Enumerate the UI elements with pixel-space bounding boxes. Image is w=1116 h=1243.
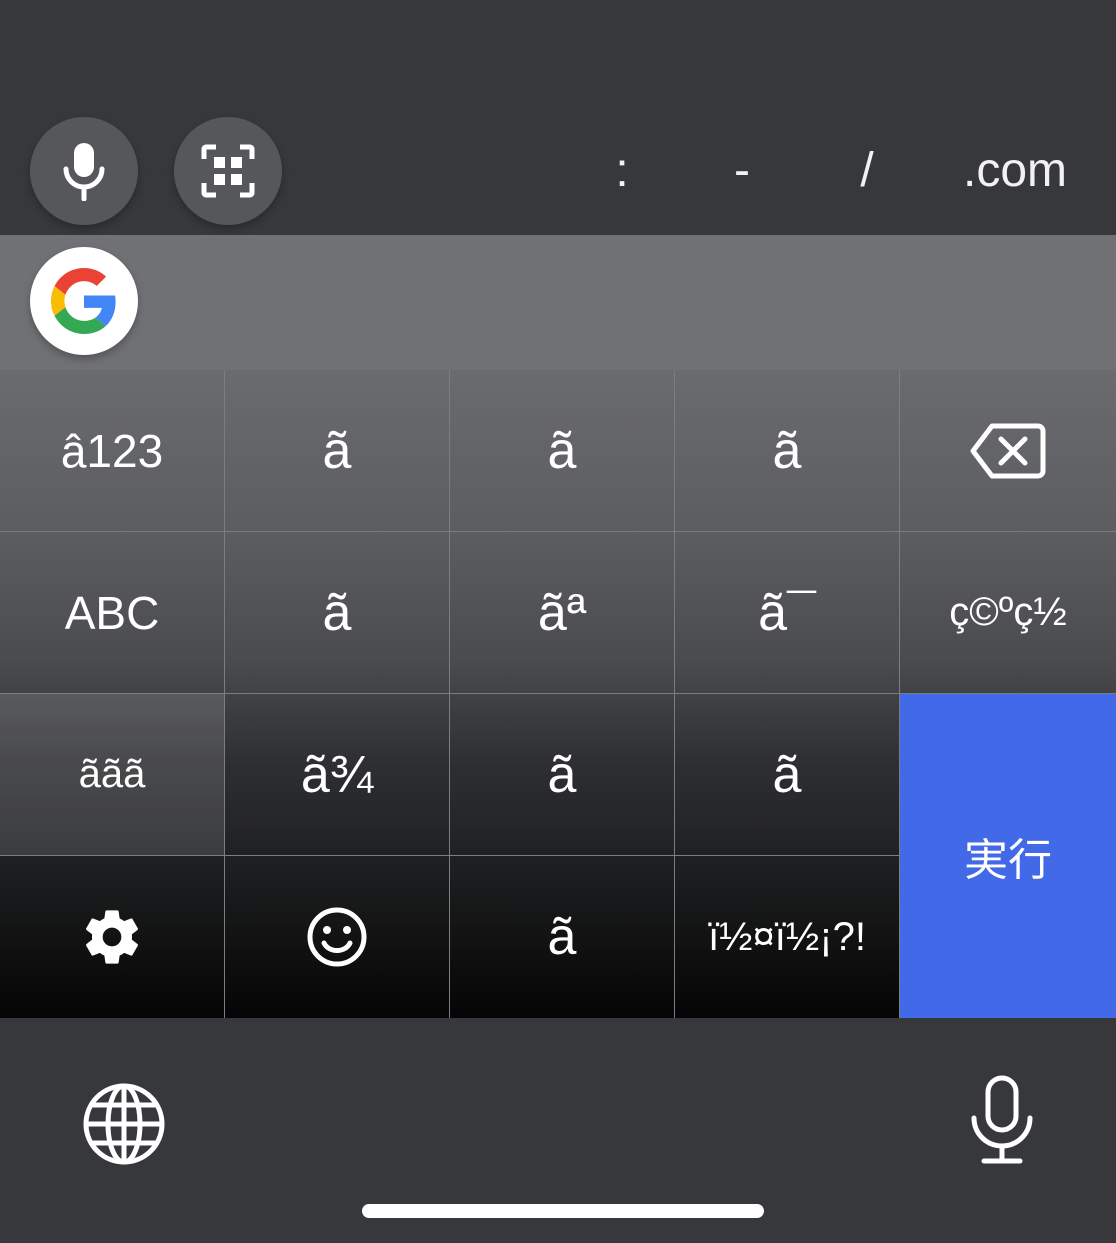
scan-qr-icon: [201, 144, 255, 198]
globe-icon[interactable]: [82, 1082, 166, 1166]
key-ma-row[interactable]: ã¾: [225, 694, 450, 856]
microphone-outline-icon[interactable]: [968, 1074, 1036, 1166]
key-space[interactable]: ç©ºç½: [900, 532, 1116, 694]
keyboard-toolbar: : - / .com: [0, 103, 1116, 235]
settings-key[interactable]: [0, 856, 225, 1018]
key-a-row[interactable]: ã: [225, 370, 450, 532]
microphone-icon: [63, 143, 105, 201]
voice-input-button[interactable]: [30, 117, 138, 225]
key-sa-row[interactable]: ã: [675, 370, 900, 532]
key-ta-row[interactable]: ã: [225, 532, 450, 694]
google-logo-icon: [51, 268, 116, 334]
home-indicator[interactable]: [362, 1204, 764, 1218]
shortcut-slash[interactable]: /: [845, 135, 889, 205]
enter-key[interactable]: 実行: [900, 694, 1116, 1018]
shortcut-colon[interactable]: :: [600, 135, 644, 205]
key-ra-row[interactable]: ã: [675, 694, 900, 856]
key-kana-mode[interactable]: ããã: [0, 694, 225, 856]
gear-icon: [86, 910, 138, 964]
status-area: [0, 0, 1116, 103]
key-ya-row[interactable]: ã: [450, 694, 675, 856]
key-na-row[interactable]: ãª: [450, 532, 675, 694]
key-number-mode[interactable]: â123: [0, 370, 225, 532]
key-ka-row[interactable]: ã: [450, 370, 675, 532]
backspace-key[interactable]: [900, 370, 1116, 532]
suggestion-bar: [0, 235, 1116, 370]
emoji-key[interactable]: [225, 856, 450, 1018]
emoji-smile-icon: [307, 907, 367, 967]
shortcut-dot-com[interactable]: .com: [955, 135, 1075, 205]
google-search-button[interactable]: [30, 247, 138, 355]
key-wa-row[interactable]: ã: [450, 856, 675, 1018]
system-bar: [0, 1018, 1116, 1243]
flick-keyboard: â123 ã ã ã ABC ã ãª ã¯ ç©ºç½ ããã ã¾ ã ã …: [0, 370, 1116, 1018]
key-abc-mode[interactable]: ABC: [0, 532, 225, 694]
scan-button[interactable]: [174, 117, 282, 225]
key-punctuation[interactable]: ï½¤ï½¡?!: [675, 856, 900, 1018]
shortcut-dash[interactable]: -: [720, 135, 764, 205]
key-ha-row[interactable]: ã¯: [675, 532, 900, 694]
backspace-icon: [970, 423, 1046, 478]
